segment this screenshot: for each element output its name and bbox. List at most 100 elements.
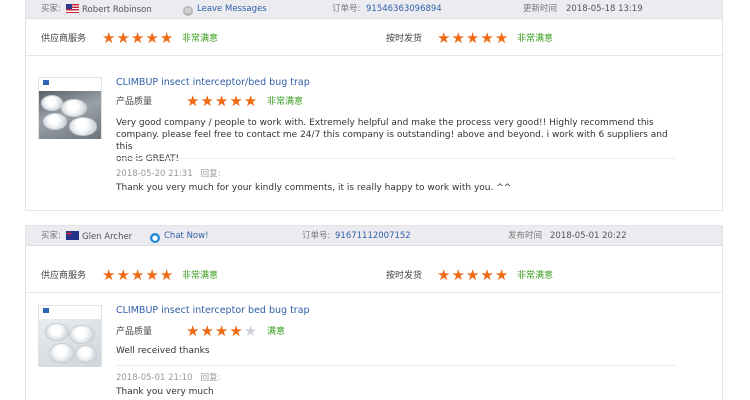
order-label: 订单号:	[302, 231, 331, 241]
product-quality-rating-text: 满意	[267, 327, 286, 337]
star-icon: ★	[480, 29, 495, 47]
comment-meta: 2018-05-20 21:31 回复:	[116, 167, 220, 179]
chat-now-label: Chat Now!	[164, 231, 209, 241]
star-icon: ★	[229, 322, 244, 340]
buyer-name: Glen Archer	[82, 232, 133, 242]
review-card: 买家: Robert Robinson ✉ Leave Messages 订单号:…	[25, 0, 723, 211]
star-icon: ★	[145, 29, 160, 47]
order-number-link[interactable]: 91671112007152	[335, 231, 411, 242]
star-icon: ★	[145, 266, 160, 284]
product-quality-stars: ★★★★★	[186, 92, 259, 110]
ontime-delivery-rating-text: 非常满意	[517, 34, 554, 44]
publish-date: 2018-05-01 20:22	[550, 231, 627, 241]
product-image	[39, 319, 101, 367]
ratings-row: 供应商服务 ★★★★★ 非常满意 按时发货 ★★★★★ 非常满意	[26, 257, 722, 293]
order-number-link[interactable]: 91546363096894	[366, 4, 442, 15]
au-flag-icon	[66, 231, 79, 240]
product-image	[39, 91, 101, 139]
order-label: 订单号:	[332, 4, 361, 14]
star-icon: ★	[451, 266, 466, 284]
buyer: Glen Archer	[66, 231, 132, 243]
star-icon: ★	[451, 29, 466, 47]
star-icon: ★	[116, 29, 131, 47]
comment-line: Very good company / people to work with.…	[116, 118, 654, 128]
comment-line: Well received thanks	[116, 346, 210, 356]
review-content: CLIMBUP insect interceptor bed bug trap …	[116, 305, 706, 400]
star-icon: ★	[116, 266, 131, 284]
reply-label: 回复:	[200, 169, 221, 179]
star-icon: ★	[214, 92, 230, 110]
product-thumbnail[interactable]	[38, 77, 102, 139]
us-flag-icon	[66, 4, 79, 13]
star-icon: ★	[102, 266, 117, 284]
ontime-delivery-stars: ★★★★★	[437, 29, 510, 47]
supplier-service-rating-text: 非常满意	[182, 34, 219, 44]
supplier-service-label: 供应商服务	[41, 34, 87, 44]
star-icon: ★	[480, 266, 495, 284]
product-quality-label: 产品质量	[116, 327, 153, 337]
review-content: CLIMBUP insect interceptor/bed bug trap …	[116, 77, 706, 207]
star-icon: ★	[186, 92, 201, 110]
date-label: 更新时间	[523, 4, 558, 14]
product-thumbnail[interactable]	[38, 305, 102, 367]
review-card: 买家: Glen Archer ● Chat Now! 订单号: 91671112…	[25, 225, 723, 400]
product-tag-icon	[43, 80, 49, 85]
buyer-label: 买家:	[41, 231, 61, 241]
product-tag-icon	[43, 308, 49, 313]
divider	[116, 365, 676, 366]
star-icon: ★	[159, 266, 175, 284]
product-quality-stars: ★★★★★	[186, 322, 259, 340]
product-quality-rating-text: 非常满意	[267, 97, 304, 107]
comment-date: 2018-05-20 21:31	[116, 169, 193, 179]
star-icon: ★	[437, 266, 452, 284]
star-icon: ★	[465, 266, 481, 284]
supplier-service-label: 供应商服务	[41, 271, 87, 281]
star-icon: ★	[494, 266, 510, 284]
buyer-label: 买家:	[41, 4, 61, 14]
product-quality-label: 产品质量	[116, 97, 153, 107]
star-icon: ★	[130, 29, 146, 47]
supplier-service-stars: ★★★★★	[102, 29, 175, 47]
product-title-link[interactable]: CLIMBUP insect interceptor bed bug trap	[116, 305, 310, 316]
chat-now-link[interactable]: ● Chat Now!	[150, 231, 208, 243]
reply-label: 回复:	[200, 373, 221, 383]
star-icon: ★	[200, 322, 215, 340]
star-icon: ★	[186, 322, 201, 340]
ontime-delivery-stars: ★★★★★	[437, 266, 510, 284]
star-icon: ★	[214, 322, 230, 340]
review-header: 买家: Glen Archer ● Chat Now! 订单号: 91671112…	[26, 226, 722, 246]
supplier-service-rating-text: 非常满意	[182, 271, 219, 281]
review-comment: Well received thanks	[116, 345, 676, 357]
star-icon: ★	[200, 92, 215, 110]
comment-line: one is GREAT!	[116, 154, 180, 164]
comment-meta: 2018-05-01 21:10 回复:	[116, 371, 220, 383]
ontime-delivery-rating-text: 非常满意	[517, 271, 554, 281]
leave-messages-label: Leave Messages	[197, 4, 267, 14]
star-icon: ★	[229, 92, 244, 110]
star-icon: ★	[102, 29, 117, 47]
supplier-reply: Thank you very much	[116, 387, 214, 397]
leave-messages-link[interactable]: ✉ Leave Messages	[183, 4, 267, 16]
star-icon: ★	[437, 29, 452, 47]
divider	[116, 158, 676, 159]
ontime-delivery-label: 按时发货	[386, 271, 423, 281]
star-icon: ★	[494, 29, 510, 47]
supplier-reply: Thank you very much for your kindly comm…	[116, 183, 512, 193]
ontime-delivery-label: 按时发货	[386, 34, 423, 44]
comment-line: company. please feel free to contact me …	[116, 130, 668, 152]
date-label: 发布时间	[508, 231, 543, 241]
star-icon: ★	[243, 92, 259, 110]
supplier-service-stars: ★★★★★	[102, 266, 175, 284]
comment-date: 2018-05-01 21:10	[116, 373, 193, 383]
review-header: 买家: Robert Robinson ✉ Leave Messages 订单号:…	[26, 0, 722, 19]
buyer-name: Robert Robinson	[82, 5, 152, 15]
star-icon: ★	[159, 29, 175, 47]
product-title-link[interactable]: CLIMBUP insect interceptor/bed bug trap	[116, 77, 310, 88]
chat-icon: ●	[150, 233, 160, 243]
ratings-row: 供应商服务 ★★★★★ 非常满意 按时发货 ★★★★★ 非常满意	[26, 20, 722, 56]
star-icon: ★	[465, 29, 481, 47]
update-date: 2018-05-18 13:19	[566, 4, 643, 14]
star-icon: ★	[243, 322, 259, 340]
message-icon: ✉	[183, 6, 193, 16]
buyer: Robert Robinson	[66, 4, 152, 16]
